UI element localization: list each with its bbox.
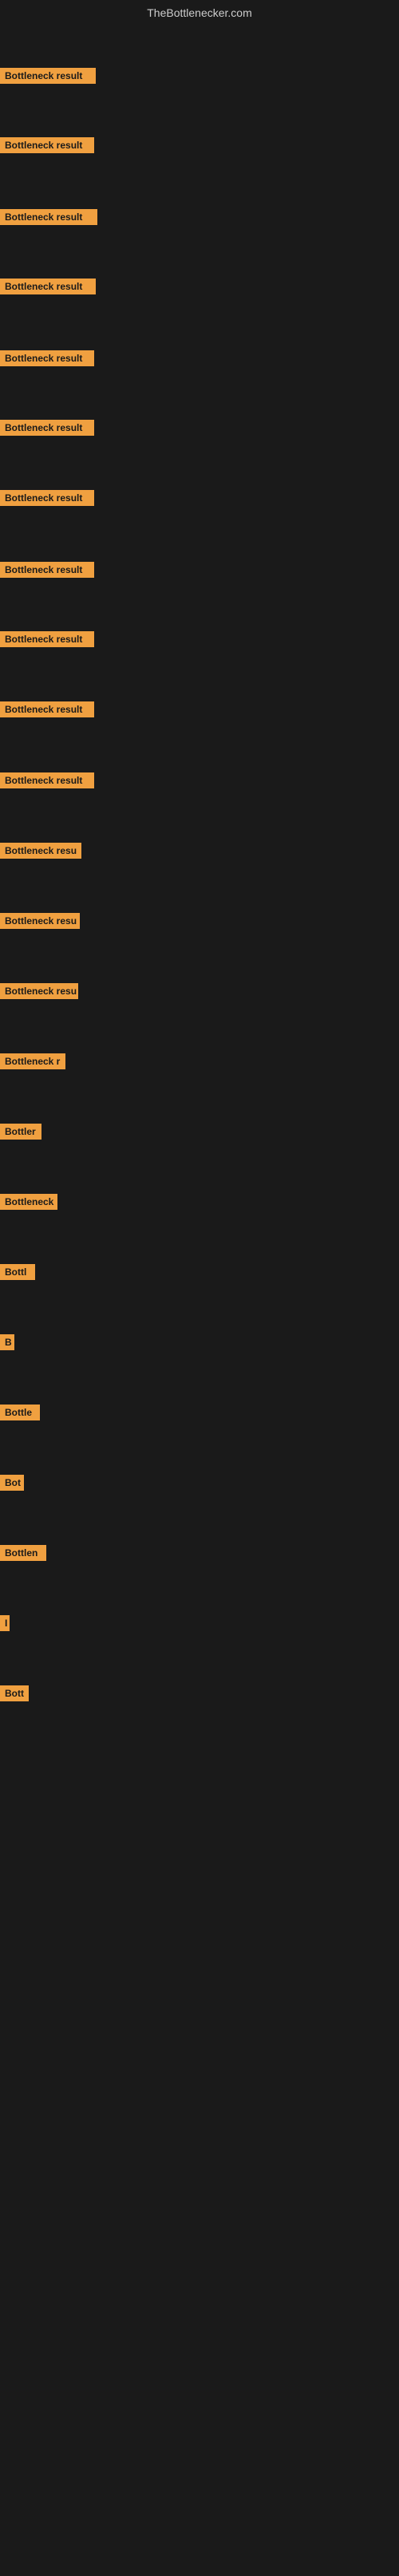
bottleneck-result-label: Bottleneck result — [0, 420, 94, 436]
bottleneck-result-label: Bottleneck resu — [0, 913, 80, 929]
bottleneck-result-label: Bottleneck result — [0, 701, 94, 717]
bottleneck-result-label: Bottleneck result — [0, 490, 94, 506]
bottleneck-result-label: Bottler — [0, 1124, 41, 1140]
bottleneck-result-label: I — [0, 1615, 10, 1631]
bottleneck-result-label: Bottlen — [0, 1545, 46, 1561]
bottleneck-result-label: Bottleneck result — [0, 562, 94, 578]
bottleneck-result-label: Bottleneck — [0, 1194, 57, 1210]
bottleneck-result-label: Bottleneck result — [0, 350, 94, 366]
bottleneck-result-label: Bot — [0, 1475, 24, 1491]
bottleneck-result-label: Bottleneck result — [0, 279, 96, 294]
bottleneck-result-label: B — [0, 1334, 14, 1350]
bottleneck-result-label: Bottleneck result — [0, 68, 96, 84]
site-title: TheBottlenecker.com — [0, 0, 399, 22]
bottleneck-result-label: Bottleneck result — [0, 209, 97, 225]
bottleneck-result-label: Bottle — [0, 1405, 40, 1420]
bottleneck-result-label: Bottleneck resu — [0, 983, 78, 999]
bottleneck-result-label: Bottleneck result — [0, 631, 94, 647]
bottleneck-result-label: Bottleneck resu — [0, 843, 81, 859]
bottleneck-result-label: Bottleneck result — [0, 137, 94, 153]
bottleneck-result-label: Bottleneck result — [0, 772, 94, 788]
bottleneck-result-label: Bott — [0, 1685, 29, 1701]
bottleneck-result-label: Bottl — [0, 1264, 35, 1280]
bottleneck-result-label: Bottleneck r — [0, 1053, 65, 1069]
